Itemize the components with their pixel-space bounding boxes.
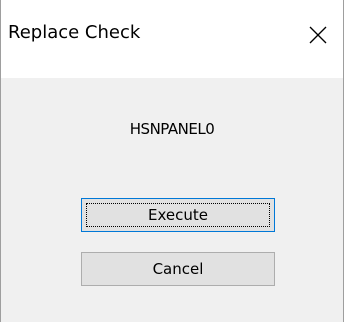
close-icon (309, 26, 327, 44)
title-bar[interactable]: Replace Check (1, 0, 343, 78)
window-title: Replace Check (8, 22, 141, 43)
cancel-button-label: Cancel (152, 260, 204, 278)
execute-button[interactable]: Execute (81, 198, 275, 232)
execute-button-label: Execute (148, 206, 208, 224)
replace-check-dialog: Replace Check HSNPANEL0 Execute Cancel (0, 0, 344, 322)
close-button[interactable] (301, 18, 335, 52)
message-text: HSNPANEL0 (129, 120, 215, 138)
cancel-button[interactable]: Cancel (81, 252, 275, 286)
